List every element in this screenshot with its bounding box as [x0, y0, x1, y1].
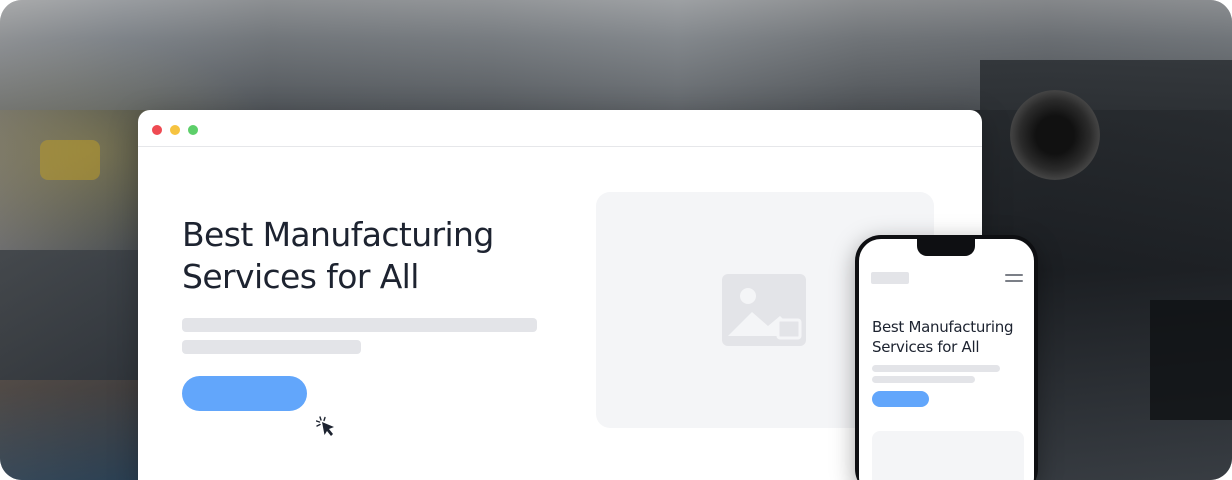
- text-skeleton-line: [182, 340, 361, 354]
- maximize-dot[interactable]: [188, 125, 198, 135]
- cta-button[interactable]: [182, 376, 307, 411]
- page-title: Best Manufacturing Services for All: [182, 215, 494, 296]
- mobile-page-title: Best Manufacturing Services for All: [872, 318, 1014, 356]
- phone-screen: Best Manufacturing Services for All: [859, 239, 1034, 480]
- mobile-text-skeleton-line: [872, 365, 1000, 372]
- hero-banner: Best Manufacturing Services for All Best…: [0, 0, 1232, 480]
- mobile-text-skeleton-line: [872, 376, 975, 383]
- close-dot[interactable]: [152, 125, 162, 135]
- text-skeleton-line: [182, 318, 537, 332]
- hamburger-menu-icon[interactable]: [1005, 274, 1023, 283]
- mobile-image-placeholder: [872, 431, 1024, 480]
- background-photo-bottom-left: [0, 380, 140, 480]
- mobile-cta-button[interactable]: [872, 391, 929, 407]
- browser-title-bar: [138, 110, 982, 147]
- background-photo-pulley: [1010, 90, 1100, 180]
- background-photo-yellow-part: [40, 140, 100, 180]
- minimize-dot[interactable]: [170, 125, 180, 135]
- background-photo-dark-corner: [1150, 300, 1232, 420]
- click-cursor-icon: [316, 416, 334, 436]
- mobile-logo-placeholder: [871, 272, 909, 284]
- phone-notch: [917, 239, 975, 256]
- image-icon: [722, 274, 806, 346]
- phone-mockup: Best Manufacturing Services for All: [855, 235, 1038, 480]
